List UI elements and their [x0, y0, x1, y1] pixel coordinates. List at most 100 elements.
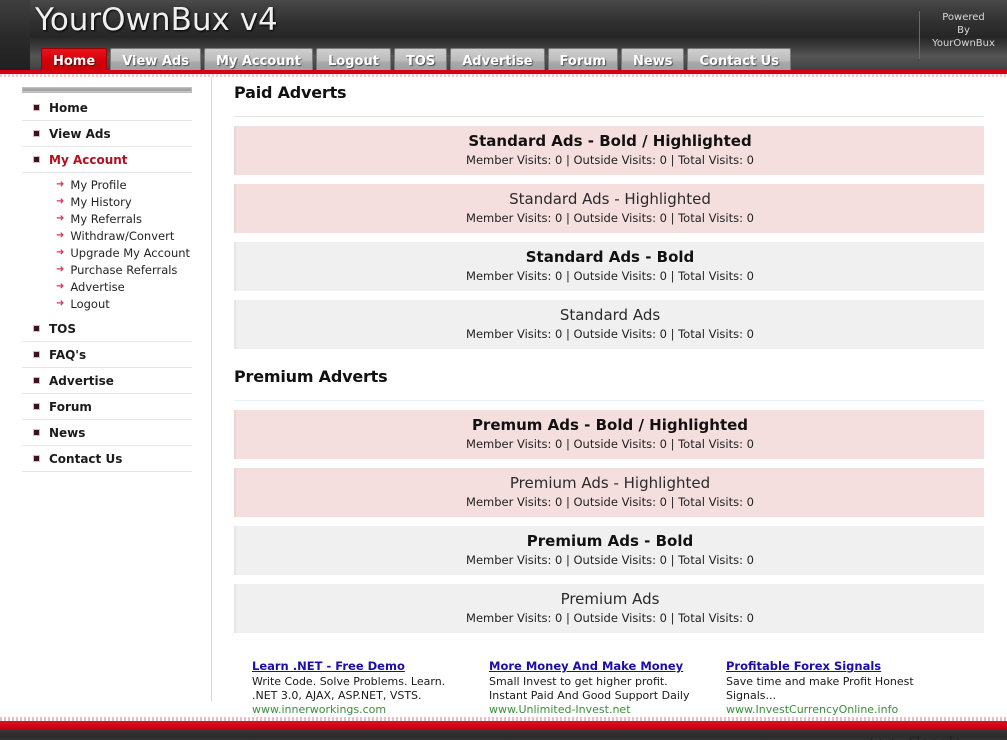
google-ad-title-link[interactable]: Learn .NET - Free Demo: [252, 659, 405, 674]
site-header: YourOwnBux v4 Powered By YourOwnBux Home…: [0, 0, 1007, 74]
advert-row-title: Standard Ads - Bold: [525, 248, 695, 266]
sidebar-item-forum[interactable]: Forum: [22, 394, 192, 420]
square-bullet-icon: [34, 352, 39, 357]
sidebar-item-contact-us[interactable]: Contact Us: [22, 446, 192, 472]
google-ad-title-link[interactable]: More Money And Make Money: [489, 659, 683, 674]
google-ad-title-link[interactable]: Profitable Forex Signals: [726, 659, 881, 674]
arrow-right-icon: ➜: [56, 246, 65, 258]
sidebar-item-label: My Account: [49, 152, 128, 167]
google-ad-display-url[interactable]: www.innerworkings.com: [252, 703, 479, 717]
google-wordmark: Google: [908, 733, 962, 740]
google-ad-display-url[interactable]: www.Unlimited-Invest.net: [489, 703, 716, 717]
arrow-right-icon: ➜: [56, 178, 65, 190]
google-ad-description-line-2: Instant Paid And Good Support Daily: [489, 689, 690, 702]
google-ad-description-line-2: Signals...: [726, 689, 777, 702]
sidebar-item-my-account[interactable]: My Account: [22, 147, 192, 173]
sidebar-top-bar: [22, 87, 192, 93]
advert-row[interactable]: Premium Ads - Highlighted Member Visits: …: [234, 468, 984, 517]
advert-row-title: Standard Ads - Highlighted: [509, 190, 711, 208]
advert-row-stats: Member Visits: 0 | Outside Visits: 0 | T…: [466, 437, 754, 451]
powered-by-block: Powered By YourOwnBux: [919, 11, 999, 59]
square-bullet-icon: [34, 131, 39, 136]
sidebar-subitem-my-history[interactable]: ➜ My History: [22, 193, 192, 210]
google-ad-description-line-1: Save time and make Profit Honest: [726, 675, 914, 688]
advert-row-stats: Member Visits: 0 | Outside Visits: 0 | T…: [466, 611, 754, 625]
premium-adverts-list: Premum Ads - Bold / Highlighted Member Vi…: [234, 410, 984, 633]
advert-row-stats: Member Visits: 0 | Outside Visits: 0 | T…: [466, 269, 754, 283]
sidebar-subitem-label: My Profile: [70, 177, 127, 192]
sidebar-subitem-my-profile[interactable]: ➜ My Profile: [22, 176, 192, 193]
advert-row-stats: Member Visits: 0 | Outside Visits: 0 | T…: [466, 495, 754, 509]
paid-adverts-separator: [234, 116, 984, 117]
sidebar-subitem-label: Purchase Referrals: [70, 262, 178, 277]
square-bullet-icon: [34, 430, 39, 435]
advert-row[interactable]: Standard Ads Member Visits: 0 | Outside V…: [234, 300, 984, 349]
sidebar-subitem-my-referrals[interactable]: ➜ My Referrals: [22, 210, 192, 227]
sidebar-submenu-my-account: ➜ My Profile ➜ My History ➜ My Referrals ➜ With…: [22, 173, 192, 316]
sidebar-item-label: TOS: [49, 321, 77, 336]
advert-row[interactable]: Standard Ads - Highlighted Member Visits:…: [234, 184, 984, 233]
sidebar-menu: Home View Ads My Account ➜ My Profile ➜ My His…: [22, 95, 192, 472]
google-ad-description-line-1: Small Invest to get higher profit.: [489, 675, 668, 688]
google-ad-description-line-1: Write Code. Solve Problems. Learn.: [252, 675, 446, 688]
arrow-right-icon: ➜: [56, 212, 65, 224]
sidebar-item-advertise[interactable]: Advertise: [22, 368, 192, 394]
google-ad-description-line-2: .NET 3.0, AJAX, ASP.NET, VSTS.: [252, 689, 422, 702]
sidebar-subitem-label: My History: [70, 194, 132, 209]
advert-row[interactable]: Premium Ads - Bold Member Visits: 0 | Out…: [234, 526, 984, 575]
powered-line-3: YourOwnBux: [932, 38, 995, 49]
sidebar-item-label: FAQ's: [49, 347, 87, 362]
paid-adverts-list: Standard Ads - Bold / Highlighted Member …: [234, 126, 984, 349]
sidebar-item-label: Advertise: [49, 373, 114, 388]
sidebar-item-tos[interactable]: TOS: [22, 316, 192, 342]
sidebar-content-divider: [211, 77, 212, 701]
sidebar-item-faq-s[interactable]: FAQ's: [22, 342, 192, 368]
powered-line-1: Powered: [942, 12, 985, 23]
sidebar-subitem-upgrade-my-account[interactable]: ➜ Upgrade My Account: [22, 244, 192, 261]
site-title: YourOwnBux v4: [35, 2, 278, 38]
sidebar-item-news[interactable]: News: [22, 420, 192, 446]
sidebar: Home View Ads My Account ➜ My Profile ➜ My His…: [22, 87, 192, 472]
advert-row-title: Standard Ads - Bold / Highlighted: [468, 132, 752, 150]
powered-line-2: By: [957, 25, 970, 36]
google-ads-block: Learn .NET - Free Demo Write Code. Solve …: [234, 655, 984, 717]
advert-row[interactable]: Standard Ads - Bold Member Visits: 0 | Ou…: [234, 242, 984, 291]
sidebar-subitem-purchase-referrals[interactable]: ➜ Purchase Referrals: [22, 261, 192, 278]
advert-row-stats: Member Visits: 0 | Outside Visits: 0 | T…: [466, 553, 754, 567]
sidebar-subitem-logout[interactable]: ➜ Logout: [22, 295, 192, 312]
advert-row[interactable]: Premium Ads Member Visits: 0 | Outside Vi…: [234, 584, 984, 633]
sidebar-subitem-advertise[interactable]: ➜ Advertise: [22, 278, 192, 295]
google-ad-display-url[interactable]: www.InvestCurrencyOnline.info: [726, 703, 953, 717]
square-bullet-icon: [34, 378, 39, 383]
sidebar-item-view-ads[interactable]: View Ads: [22, 121, 192, 147]
sidebar-item-home[interactable]: Home: [22, 95, 192, 121]
sidebar-subitem-label: My Referrals: [70, 211, 142, 226]
sidebar-subitem-withdraw-convert[interactable]: ➜ Withdraw/Convert: [22, 227, 192, 244]
advert-row[interactable]: Premum Ads - Bold / Highlighted Member Vi…: [234, 410, 984, 459]
header-red-rule: [0, 70, 1007, 74]
premium-adverts-title: Premium Adverts: [234, 367, 388, 386]
square-bullet-icon: [34, 105, 39, 110]
sidebar-item-label: Home: [49, 100, 88, 115]
paid-adverts-title: Paid Adverts: [234, 83, 347, 102]
sidebar-item-label: Contact Us: [49, 451, 123, 466]
arrow-right-icon: ➜: [56, 297, 65, 309]
main-content: Paid Adverts Standard Ads - Bold / Highl…: [234, 83, 984, 740]
arrow-right-icon: ➜: [56, 229, 65, 241]
header-left-shade: [0, 0, 30, 74]
advert-row-title: Premum Ads - Bold / Highlighted: [471, 416, 749, 434]
sidebar-subitem-label: Withdraw/Convert: [70, 228, 175, 243]
advert-row-title: Standard Ads: [559, 306, 661, 324]
advert-row-stats: Member Visits: 0 | Outside Visits: 0 | T…: [466, 327, 754, 341]
ads-by-google-attribution: Ads by Google: [234, 733, 984, 740]
square-bullet-icon: [34, 404, 39, 409]
arrow-right-icon: ➜: [56, 195, 65, 207]
square-bullet-icon: [34, 456, 39, 461]
sidebar-item-label: View Ads: [49, 126, 111, 141]
google-ad: Learn .NET - Free Demo Write Code. Solve …: [252, 655, 489, 717]
advert-row-title: Premium Ads - Bold: [526, 532, 694, 550]
sidebar-subitem-label: Advertise: [70, 279, 125, 294]
arrow-right-icon: ➜: [56, 263, 65, 275]
sidebar-subitem-label: Logout: [70, 296, 110, 311]
advert-row[interactable]: Standard Ads - Bold / Highlighted Member …: [234, 126, 984, 175]
